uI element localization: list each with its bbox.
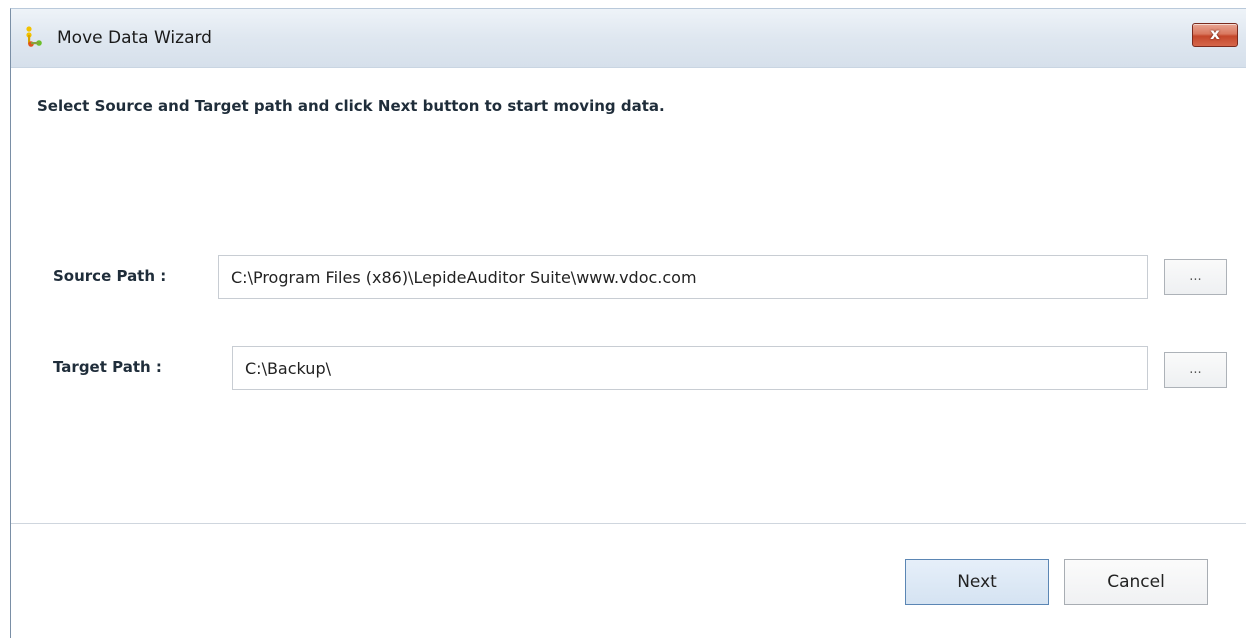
cancel-button[interactable]: Cancel xyxy=(1064,559,1208,605)
target-path-label: Target Path : xyxy=(53,358,162,376)
close-icon: x xyxy=(1210,25,1220,43)
instruction-text: Select Source and Target path and click … xyxy=(37,97,665,115)
footer-divider xyxy=(11,523,1246,524)
next-button[interactable]: Next xyxy=(905,559,1049,605)
source-path-label: Source Path : xyxy=(53,267,167,285)
window-title: Move Data Wizard xyxy=(57,28,212,48)
target-browse-button[interactable]: ... xyxy=(1164,352,1227,388)
title-bar: Move Data Wizard x xyxy=(11,9,1246,68)
close-button[interactable]: x xyxy=(1192,23,1238,47)
source-browse-button[interactable]: ... xyxy=(1164,259,1227,295)
source-path-input[interactable] xyxy=(218,255,1148,299)
move-data-wizard-window: Move Data Wizard x Select Source and Tar… xyxy=(10,8,1246,638)
target-path-input[interactable] xyxy=(232,346,1148,390)
move-data-wizard-icon xyxy=(26,26,42,47)
